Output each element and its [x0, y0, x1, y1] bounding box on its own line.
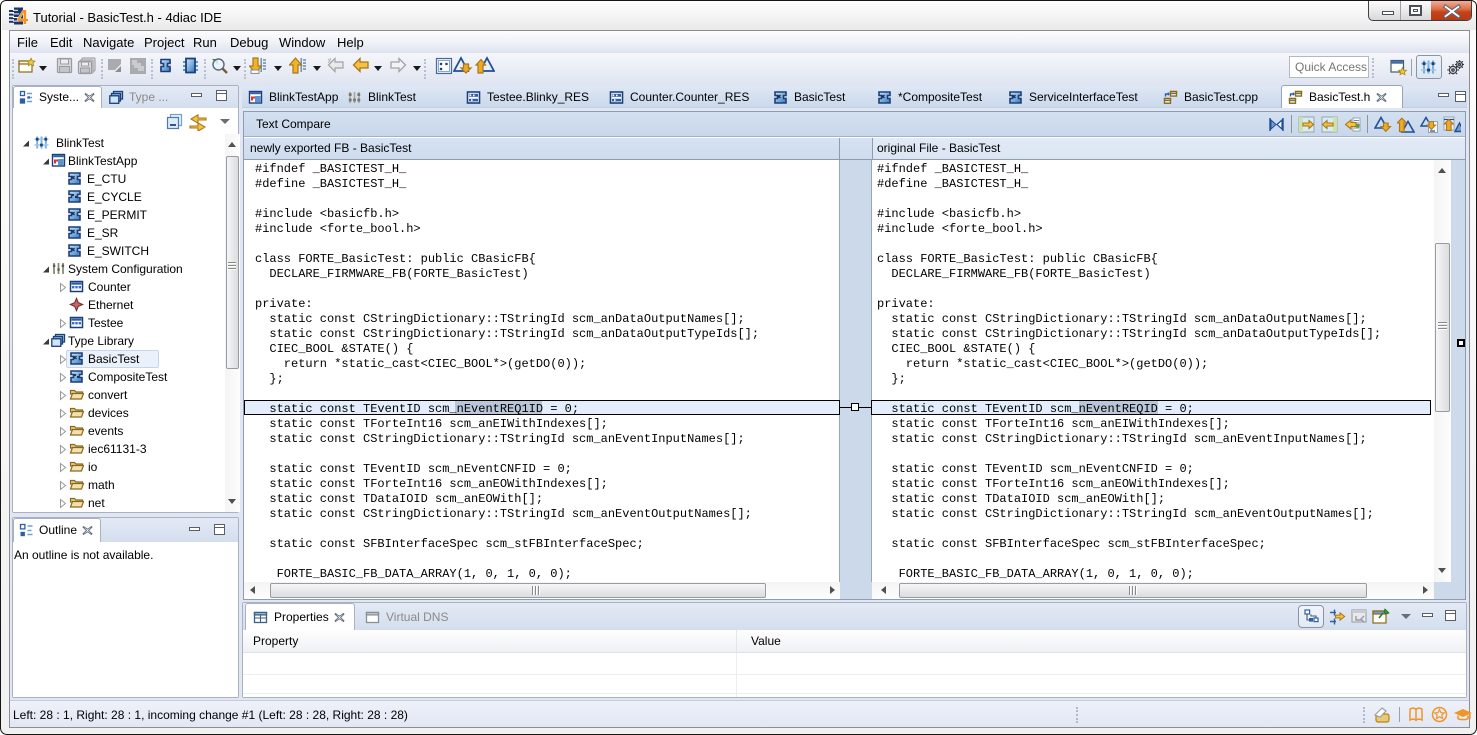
svg-text:4: 4	[17, 7, 29, 26]
